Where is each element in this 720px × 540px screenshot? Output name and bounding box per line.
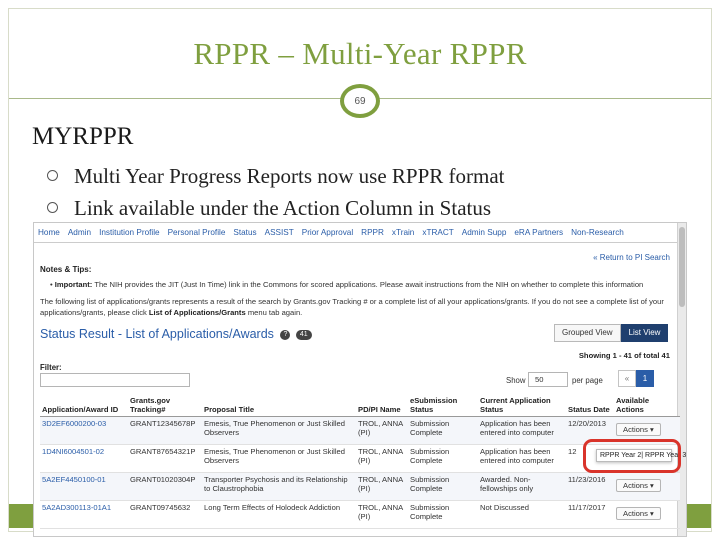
page-number-badge: 69 [340, 84, 380, 118]
page-size-select[interactable]: 50 [528, 372, 568, 387]
application-id-link[interactable]: 3D2EF6000200-03 [40, 416, 128, 445]
return-to-pi-search-link[interactable]: « Return to PI Search [593, 253, 670, 262]
nav-non-research[interactable]: Non-Research [571, 228, 624, 237]
grouped-view-button[interactable]: Grouped View [554, 324, 621, 342]
esubmission-status: Submission Complete [408, 472, 478, 501]
application-status: Not Discussed [478, 500, 566, 529]
important-text: The NIH provides the JIT (Just In Time) … [94, 280, 644, 289]
tracking-number: GRANT87654321P [128, 444, 202, 473]
nav-admin[interactable]: Admin [68, 228, 91, 237]
tracking-number: GRANT09745632 [128, 500, 202, 529]
important-label: Important: [54, 280, 93, 289]
help-icon[interactable]: ? [280, 329, 291, 340]
nav-home[interactable]: Home [38, 228, 60, 237]
actions-cell: Actions ▾ [614, 472, 680, 501]
application-id-link[interactable]: 5A2EF4450100-01 [40, 472, 128, 501]
bullet-text: Multi Year Progress Reports now use RPPR… [74, 164, 505, 188]
column-header[interactable]: eSubmission Status [408, 395, 478, 417]
table-row: 5A2AD300113-01A1 GRANT09745632 Long Term… [40, 500, 680, 529]
nav-rppr[interactable]: RPPR [361, 228, 384, 237]
proposal-title: Emesis, True Phenomenon or Just Skilled … [202, 444, 356, 473]
pi-name: TROL, ANNA (PI) [356, 472, 408, 501]
proposal-title: Long Term Effects of Holodeck Addiction [202, 500, 356, 529]
pagination: « 1 [618, 370, 654, 387]
list-note-tail: menu tab again. [247, 308, 303, 317]
result-count-badge: 41 [295, 329, 312, 340]
nav-prior-approval[interactable]: Prior Approval [302, 228, 353, 237]
nav-personal-profile[interactable]: Personal Profile [168, 228, 226, 237]
actions-dropdown-button[interactable]: Actions ▾ [616, 479, 661, 492]
per-page-label: per page [572, 376, 603, 385]
column-header[interactable]: Grants.gov Tracking# [128, 395, 202, 417]
filter-input[interactable] [40, 373, 190, 387]
scrollbar-thumb[interactable] [679, 227, 685, 307]
esubmission-status: Submission Complete [408, 444, 478, 473]
status-result-title: Status Result - List of Applications/Awa… [40, 327, 312, 341]
column-header[interactable]: Proposal Title [202, 395, 356, 417]
nav-xtrain[interactable]: xTrain [392, 228, 414, 237]
esubmission-status: Submission Complete [408, 500, 478, 529]
show-label: Show [506, 376, 526, 385]
table-row: 5A2EF4450100-01 GRANT01020304P Transport… [40, 472, 680, 501]
pi-name: TROL, ANNA (PI) [356, 416, 408, 445]
application-status: Application has been entered into comput… [478, 416, 566, 445]
tracking-number: GRANT12345678P [128, 416, 202, 445]
application-id-link[interactable]: 1D4NI6004501-02 [40, 444, 128, 473]
status-page-screenshot: Home Admin Institution Profile Personal … [33, 222, 687, 537]
nav-xtract[interactable]: xTRACT [422, 228, 453, 237]
nav-era-partners[interactable]: eRA Partners [514, 228, 563, 237]
pager-page-1[interactable]: 1 [636, 370, 654, 387]
list-note: The following list of applications/grant… [40, 296, 670, 318]
list-view-button[interactable]: List View [620, 324, 669, 342]
tracking-number: GRANT01020304P [128, 472, 202, 501]
highlight-ring [583, 439, 681, 473]
column-header[interactable]: PD/PI Name [356, 395, 408, 417]
bullet-item: Multi Year Progress Reports now use RPPR… [47, 164, 505, 189]
application-status: Application has been entered into comput… [478, 444, 566, 473]
notes-title: Notes & Tips: [40, 265, 92, 274]
important-note: • Important: The NIH provides the JIT (J… [50, 280, 644, 289]
column-header[interactable]: Current Application Status [478, 395, 566, 417]
status-date: 11/23/2016 [566, 472, 614, 501]
table-header-row: Application/Award ID Grants.gov Tracking… [40, 395, 680, 417]
pi-name: TROL, ANNA (PI) [356, 444, 408, 473]
bullet-ring-icon [47, 202, 58, 213]
bullet-ring-icon [47, 170, 58, 181]
actions-dropdown-button[interactable]: Actions ▾ [616, 507, 661, 520]
bullet-text: Link available under the Action Column i… [74, 196, 492, 220]
status-date: 11/17/2017 [566, 500, 614, 529]
section-heading: MYRPPR [32, 123, 134, 150]
pager-prev-button[interactable]: « [618, 370, 636, 387]
pi-name: TROL, ANNA (PI) [356, 500, 408, 529]
view-toggle: Grouped View List View [554, 324, 669, 342]
column-header[interactable]: Application/Award ID [40, 395, 128, 417]
table-row: 3D2EF6000200-03 GRANT12345678P Emesis, T… [40, 416, 680, 445]
slide-title: RPPR – Multi-Year RPPR [193, 36, 527, 71]
list-note-bold: List of Applications/Grants [148, 308, 246, 317]
column-header: Available Actions [614, 395, 680, 417]
nav-assist[interactable]: ASSIST [265, 228, 294, 237]
esubmission-status: Submission Complete [408, 416, 478, 445]
nav-status[interactable]: Status [233, 228, 256, 237]
actions-cell: Actions ▾ [614, 500, 680, 529]
showing-count: Showing 1 - 41 of total 41 [578, 351, 670, 360]
actions-dropdown-button[interactable]: Actions ▾ [616, 423, 661, 436]
proposal-title: Emesis, True Phenomenon or Just Skilled … [202, 416, 356, 445]
column-header[interactable]: Status Date [566, 395, 614, 417]
top-nav: Home Admin Institution Profile Personal … [34, 223, 686, 243]
nav-institution-profile[interactable]: Institution Profile [99, 228, 160, 237]
application-id-link[interactable]: 5A2AD300113-01A1 [40, 500, 128, 529]
filter-label: Filter: [40, 363, 62, 372]
application-status: Awarded. Non-fellowships only [478, 472, 566, 501]
list-note-text: The following list of applications/grant… [40, 297, 664, 317]
bullet-item: Link available under the Action Column i… [47, 196, 492, 221]
nav-admin-supp[interactable]: Admin Supp [462, 228, 507, 237]
proposal-title: Transporter Psychosis and its Relationsh… [202, 472, 356, 501]
status-result-title-text: Status Result - List of Applications/Awa… [40, 327, 274, 341]
